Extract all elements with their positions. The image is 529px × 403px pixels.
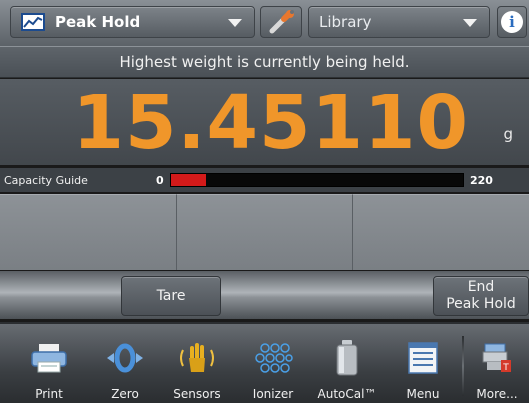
- status-message: Highest weight is currently being held.: [0, 46, 529, 78]
- zero-button[interactable]: Zero: [90, 324, 160, 403]
- menu-label: Menu: [406, 387, 440, 401]
- capacity-guide-label: Capacity Guide: [4, 173, 88, 187]
- more-label: More...: [476, 387, 518, 401]
- weight-display: 15.45110 g: [0, 79, 529, 165]
- end-peak-hold-label-line2: Peak Hold: [446, 296, 516, 312]
- top-bar: Peak Hold Library i: [0, 0, 529, 46]
- library-dropdown[interactable]: Library: [308, 6, 490, 38]
- data-field-3[interactable]: [353, 194, 529, 270]
- print-label: Print: [35, 387, 63, 401]
- chart-icon: [21, 13, 45, 31]
- end-peak-hold-label-line1: End: [467, 279, 495, 295]
- printer-icon: [31, 344, 67, 373]
- wrench-icon: [269, 10, 294, 34]
- more-icon: T: [482, 343, 511, 373]
- data-field-grid: [0, 194, 529, 270]
- weight-unit[interactable]: g: [503, 125, 513, 143]
- application-name: Peak Hold: [55, 13, 141, 31]
- info-icon: i: [501, 11, 523, 33]
- chevron-down-icon: [228, 19, 242, 27]
- data-field-1[interactable]: [0, 194, 177, 270]
- library-label: Library: [319, 13, 372, 31]
- capacity-bar: [170, 173, 464, 187]
- more-button[interactable]: T More...: [466, 324, 528, 403]
- application-dropdown[interactable]: Peak Hold: [10, 6, 255, 38]
- menu-button[interactable]: Menu: [388, 324, 458, 403]
- tare-button[interactable]: Tare: [121, 276, 221, 316]
- chevron-down-icon: [463, 19, 477, 27]
- info-button[interactable]: i: [497, 6, 527, 38]
- capacity-guide: Capacity Guide 0 220: [0, 168, 529, 192]
- weight-value: 15.45110: [72, 80, 469, 166]
- capacity-min: 0: [156, 173, 164, 187]
- autocal-button[interactable]: AutoCal™: [312, 324, 382, 403]
- end-peak-hold-button[interactable]: End Peak Hold: [433, 276, 529, 316]
- tools-button[interactable]: [260, 6, 302, 38]
- sensors-button[interactable]: Sensors: [162, 324, 232, 403]
- hand-sensor-icon: [180, 343, 214, 372]
- zero-icon: [107, 343, 143, 373]
- autocal-label: AutoCal™: [317, 387, 377, 401]
- bottom-menu-bar: Print Zero Sensors Ionizer AutoCal™ Menu…: [0, 322, 529, 403]
- ionizer-icon: [255, 343, 293, 373]
- ionizer-label: Ionizer: [252, 387, 294, 401]
- capacity-max: 220: [470, 173, 493, 187]
- zero-label: Zero: [111, 387, 139, 401]
- print-button[interactable]: Print: [14, 324, 84, 403]
- capacity-bar-fill: [171, 174, 207, 186]
- action-bar: Tare End Peak Hold: [0, 271, 529, 319]
- menu-divider: [462, 336, 464, 396]
- data-field-2[interactable]: [176, 194, 354, 270]
- weight-icon: [336, 340, 358, 376]
- menu-list-icon: [408, 342, 438, 374]
- sensors-label: Sensors: [173, 387, 221, 401]
- svg-text:T: T: [502, 363, 509, 373]
- ionizer-button[interactable]: Ionizer: [238, 324, 308, 403]
